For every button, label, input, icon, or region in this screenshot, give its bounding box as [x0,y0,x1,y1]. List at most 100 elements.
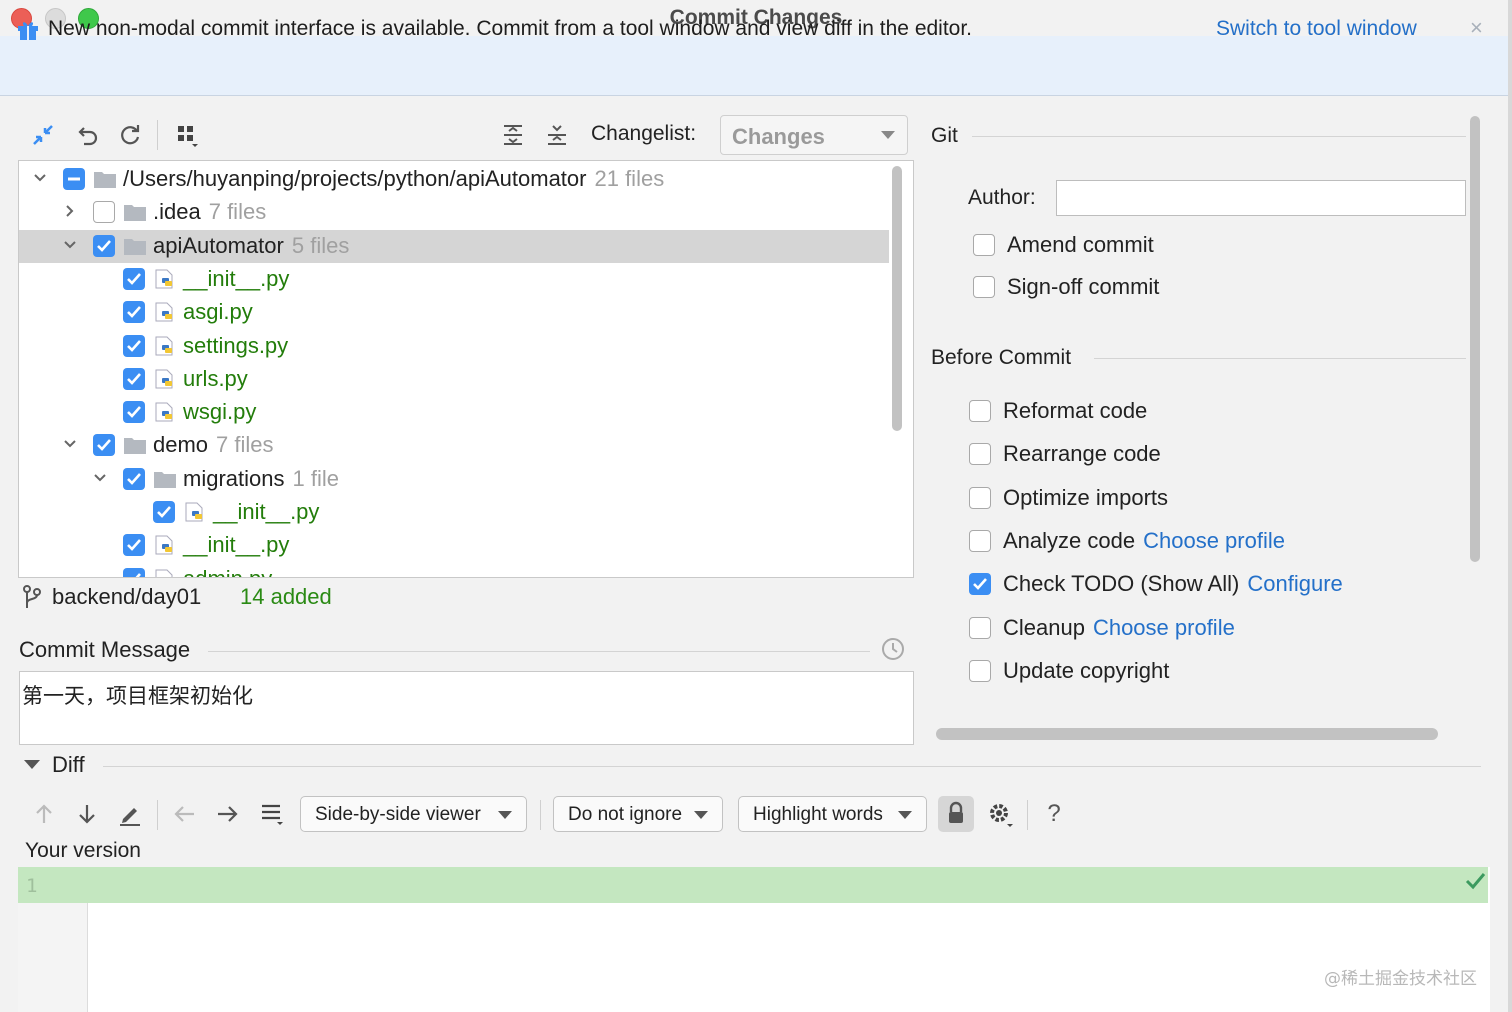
switch-to-tool-window-link[interactable]: Switch to tool window [1216,17,1417,41]
tree-file-row[interactable]: __init__.py [19,263,889,296]
tree-checkbox[interactable] [123,401,145,424]
python-file-icon [155,336,173,355]
tree-checkbox[interactable] [93,234,115,257]
toolbar-separator [157,120,158,150]
option-checkbox[interactable] [969,529,991,552]
tree-file-row[interactable]: asgi.py [19,296,889,329]
tree-item-name: asgi.py [183,299,253,325]
tree-file-row[interactable]: __init__.py [19,496,889,529]
settings-gear-icon[interactable] [986,800,1014,828]
tree-item-count: 7 files [216,432,274,458]
tree-checkbox[interactable] [123,334,145,357]
option-checkbox[interactable] [969,486,991,509]
tree-checkbox[interactable] [63,168,85,190]
previous-file-icon[interactable] [170,800,198,828]
option-label: Amend commit [1007,232,1154,258]
group-by-icon[interactable] [172,120,202,150]
viewer-mode-dropdown[interactable]: Side-by-side viewer [300,796,527,832]
tree-checkbox[interactable] [123,534,145,557]
tree-checkbox[interactable] [93,434,115,457]
tree-item-name: wsgi.py [183,399,256,425]
option-text: Amend commit [1007,232,1154,257]
tree-checkbox[interactable] [123,367,145,390]
next-file-icon[interactable] [214,800,242,828]
tree-item-label: asgi.py [183,299,253,325]
commit-message-input[interactable]: 第一天，项目框架初始化 [19,671,914,745]
previous-difference-icon[interactable] [30,800,58,828]
changes-tree[interactable]: /Users/huyanping/projects/python/apiAuto… [18,160,914,578]
author-field[interactable] [1056,180,1466,216]
collapse-changes-icon[interactable] [28,120,58,150]
option-text: Cleanup [1003,614,1085,640]
chevron-down-icon [694,811,708,819]
tree-checkbox[interactable] [123,301,145,324]
tree-checkbox[interactable] [123,467,145,490]
tree-item-label: wsgi.py [183,399,257,425]
changelist-select[interactable]: Changes [720,115,908,155]
commit-message-text: 第一天，项目框架初始化 [22,684,253,708]
chevron-down-icon[interactable] [33,171,47,185]
tree-item-name: demo 7 files [153,432,274,458]
tree-checkbox[interactable] [123,267,145,290]
tree-folder-row[interactable]: /Users/huyanping/projects/python/apiAuto… [19,163,889,196]
rollback-icon[interactable] [73,120,103,150]
option-text: Update copyright [1003,657,1170,683]
option-checkbox[interactable] [969,659,991,682]
tree-checkbox[interactable] [93,201,115,224]
divider [972,136,1466,137]
gift-icon [18,22,38,40]
help-icon[interactable]: ? [1040,800,1068,828]
option-link[interactable]: Choose profile [1143,528,1285,553]
option-checkbox[interactable] [969,400,991,422]
file-list-icon[interactable] [258,800,286,828]
line-number: 1 [26,875,38,897]
tree-file-row[interactable]: __init__.py [19,529,889,562]
python-file-icon [155,569,173,577]
option-link[interactable]: Choose profile [1093,615,1235,640]
options-horizontal-scrollbar[interactable] [936,728,1438,740]
expand-all-icon[interactable] [498,120,528,150]
chevron-down-icon[interactable] [63,238,77,252]
option-checkbox[interactable] [973,234,995,256]
tree-checkbox[interactable] [123,567,145,577]
option-checkbox[interactable] [969,616,991,639]
tree-folder-row[interactable]: .idea 7 files [19,196,889,229]
tree-file-row[interactable]: urls.py [19,363,889,396]
option-checkbox[interactable] [969,573,991,596]
option-link[interactable]: Configure [1247,571,1342,596]
tree-checkbox[interactable] [153,501,175,523]
options-vertical-scrollbar[interactable] [1470,116,1480,562]
highlight-mode-dropdown[interactable]: Highlight words [738,796,927,832]
chevron-right-icon[interactable] [63,204,77,218]
next-difference-icon[interactable] [73,800,101,828]
tree-file-row[interactable]: settings.py [19,330,889,363]
tree-folder-row[interactable]: migrations 1 file [19,463,889,496]
banner-close-icon[interactable]: × [1470,15,1483,41]
diff-collapse-toggle-icon[interactable] [24,760,40,769]
refresh-icon[interactable] [115,120,145,150]
tree-item-count: 7 files [208,199,267,225]
chevron-down-icon[interactable] [93,471,107,485]
python-file-icon [155,369,173,389]
option-checkbox[interactable] [973,276,995,298]
chevron-down-icon [881,131,895,139]
chevron-down-icon[interactable] [63,437,77,451]
edit-source-icon[interactable] [116,800,144,828]
tree-file-row[interactable]: wsgi.py [19,396,889,429]
history-icon[interactable] [880,636,906,662]
tree-folder-row[interactable]: apiAutomator 5 files [19,229,889,263]
tree-file-row[interactable]: admin.py [19,563,889,577]
ignore-policy-dropdown[interactable]: Do not ignore [553,796,723,832]
changelist-value: Changes [732,124,825,149]
changelist-label: Changelist: [591,122,697,145]
tree-item-label: settings.py [183,332,289,358]
folder-icon [124,205,146,222]
tree-scrollbar[interactable] [892,166,902,431]
collapse-all-icon[interactable] [542,120,572,150]
lock-button[interactable] [938,796,974,832]
git-section-title: Git [931,124,958,147]
option-checkbox[interactable] [969,443,991,466]
tree-item-label: admin.py [183,566,272,577]
folder-icon [124,438,146,455]
tree-folder-row[interactable]: demo 7 files [19,429,889,462]
